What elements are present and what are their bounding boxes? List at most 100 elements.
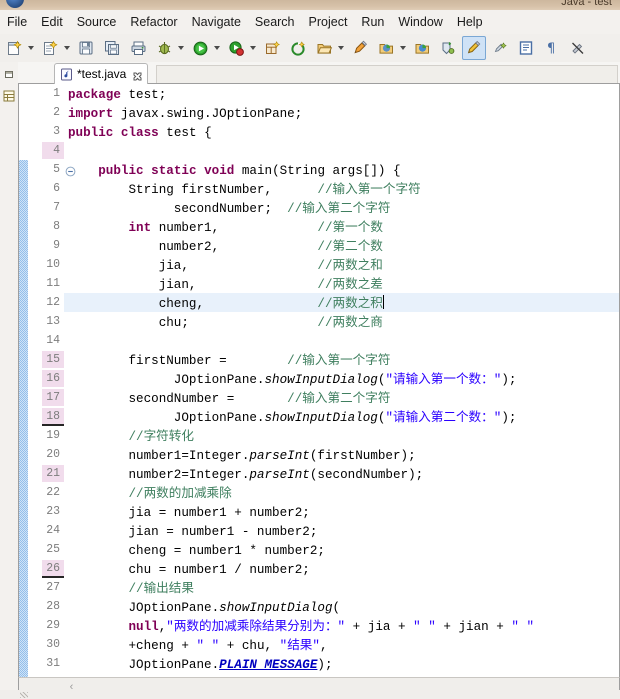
line-number-cell: 30 (28, 635, 64, 654)
code-line[interactable]: chu = number1 / number2; (64, 559, 619, 578)
open-type-dropdown-icon[interactable] (336, 37, 346, 59)
editor-area: *test.java 1 2 3 4 5 6 7 8 9 10 11 12 13 14 15 16 17 18 19… (18, 62, 620, 699)
code-line[interactable]: firstNumber = //输入第一个字符 (64, 350, 619, 369)
run-icon[interactable] (188, 36, 212, 60)
code-line[interactable]: JOptionPane.showInputDialog("请输入第一个数："); (64, 369, 619, 388)
save-all-icon[interactable] (100, 36, 124, 60)
code-line[interactable]: //两数的加减乘除 (64, 483, 619, 502)
menu-search[interactable]: Search (248, 13, 302, 31)
line-number-cell: 27 (28, 578, 64, 597)
line-number: 18 (46, 410, 60, 423)
code-line[interactable]: //输出结果 (64, 578, 619, 597)
new-wizard-dropdown-icon[interactable] (26, 37, 36, 59)
code-line[interactable]: number2, //第二个数 (64, 236, 619, 255)
line-number: 3 (53, 125, 60, 138)
menu-refactor[interactable]: Refactor (123, 13, 184, 31)
search-dropdown-icon[interactable] (398, 37, 408, 59)
code-line[interactable]: number1=Integer.parseInt(firstNumber); (64, 445, 619, 464)
menu-edit[interactable]: Edit (34, 13, 70, 31)
restore-view-icon[interactable] (1, 66, 17, 82)
line-number-cell: 9 (28, 236, 64, 255)
code-line[interactable]: jia, //两数之和 (64, 255, 619, 274)
line-number: 6 (53, 182, 60, 195)
code-line[interactable]: JOptionPane.showInputDialog( (64, 597, 619, 616)
menu-window[interactable]: Window (391, 13, 449, 31)
coverage-icon[interactable] (286, 36, 310, 60)
code-line-text: import javax.swing.JOptionPane; (68, 107, 303, 121)
menu-navigate[interactable]: Navigate (185, 13, 248, 31)
next-annotation-icon[interactable] (436, 36, 460, 60)
code-line[interactable]: +cheng + " " + chu, "结果", (64, 635, 619, 654)
code-line[interactable]: secondNumber = //输入第二个字符 (64, 388, 619, 407)
left-view-stack (0, 62, 19, 699)
code-line-text: public class test { (68, 126, 212, 140)
last-edit-location-icon[interactable] (488, 36, 512, 60)
line-number-cell: 4 (28, 141, 64, 160)
package-explorer-icon[interactable] (1, 88, 17, 104)
toggle-block-selection-icon[interactable] (514, 36, 538, 60)
open-resource-icon[interactable] (410, 36, 434, 60)
line-number-cell: 5 (28, 160, 76, 179)
new-java-class-dropdown-icon[interactable] (62, 37, 72, 59)
toggle-mark-occurrences-icon[interactable] (566, 36, 590, 60)
code-line[interactable]: null,"两数的加减乘除结果分别为：" + jia + " " + jian … (64, 616, 619, 635)
menu-run[interactable]: Run (354, 13, 391, 31)
code-line-text: firstNumber = //输入第一个字符 (68, 354, 391, 368)
open-type-icon[interactable] (312, 36, 336, 60)
code-line[interactable] (64, 141, 619, 160)
debug-icon[interactable] (152, 36, 176, 60)
code-line-text: +cheng + " " + chu, "结果", (68, 639, 328, 653)
new-package-icon[interactable] (260, 36, 284, 60)
menu-file[interactable]: File (0, 13, 34, 31)
debug-dropdown-icon[interactable] (176, 37, 186, 59)
code-editor[interactable]: 1 2 3 4 5 6 7 8 9 10 11 12 13 14 15 16 17 18 19 20 21 22 23 24 2… (18, 84, 620, 677)
menu-project[interactable]: Project (302, 13, 355, 31)
code-line[interactable] (64, 331, 619, 350)
code-line[interactable]: JOptionPane.PLAIN_MESSAGE); (64, 654, 619, 673)
code-line[interactable]: //字符转化 (64, 426, 619, 445)
print-icon[interactable] (126, 36, 150, 60)
code-line-text: //两数的加减乘除 (128, 487, 232, 501)
search-icon[interactable] (374, 36, 398, 60)
code-line[interactable]: int number1, //第一个数 (64, 217, 619, 236)
code-line[interactable]: package test; (64, 84, 619, 103)
code-line[interactable]: jian, //两数之差 (64, 274, 619, 293)
code-line[interactable]: JOptionPane.showInputDialog("请输入第二个数："); (64, 407, 619, 426)
line-number: 7 (53, 201, 60, 214)
save-icon[interactable] (74, 36, 98, 60)
code-line[interactable]: cheng, //两数之积 (64, 293, 619, 312)
close-icon[interactable] (132, 69, 143, 80)
code-line-text: int number1, //第一个数 (128, 221, 383, 235)
run-external-tools-dropdown-icon[interactable] (248, 37, 258, 59)
title-bar: Java - test (0, 0, 620, 10)
menu-source[interactable]: Source (70, 13, 124, 31)
line-number-cell: 16 (28, 369, 64, 388)
line-number: 9 (53, 239, 60, 252)
code-line[interactable]: import javax.swing.JOptionPane; (64, 103, 619, 122)
code-line[interactable]: secondNumber; //输入第二个字符 (64, 198, 619, 217)
open-task-icon[interactable] (348, 36, 372, 60)
line-number: 17 (46, 391, 60, 404)
code-line[interactable]: cheng = number1 * number2; (64, 540, 619, 559)
code-line[interactable]: jian = number1 - number2; (64, 521, 619, 540)
new-java-class-icon[interactable] (38, 36, 62, 60)
code-line[interactable]: chu; //两数之商 (64, 312, 619, 331)
menu-help[interactable]: Help (450, 13, 490, 31)
code-lines[interactable]: package test; import javax.swing.JOptionP… (64, 84, 619, 677)
previous-annotation-icon[interactable] (462, 36, 486, 60)
code-line-text: cheng = number1 * number2; (68, 544, 325, 558)
code-line[interactable]: jia = number1 + number2; (64, 502, 619, 521)
change-ruler[interactable] (19, 84, 28, 677)
tab-test-java[interactable]: *test.java (54, 63, 149, 84)
code-line[interactable]: public class test { (64, 122, 619, 141)
resize-grip[interactable] (20, 692, 28, 698)
code-line[interactable]: String firstNumber, //输入第一个字符 (64, 179, 619, 198)
new-wizard-icon[interactable] (2, 36, 26, 60)
window-title: Java - test (561, 0, 612, 8)
code-line[interactable]: public static void main(String args[]) { (64, 160, 619, 179)
run-external-tools-icon[interactable] (224, 36, 248, 60)
show-whitespace-icon[interactable]: ¶ (540, 36, 564, 60)
code-line-text: jian, //两数之差 (68, 278, 383, 292)
run-dropdown-icon[interactable] (212, 37, 222, 59)
code-line[interactable]: number2=Integer.parseInt(secondNumber); (64, 464, 619, 483)
